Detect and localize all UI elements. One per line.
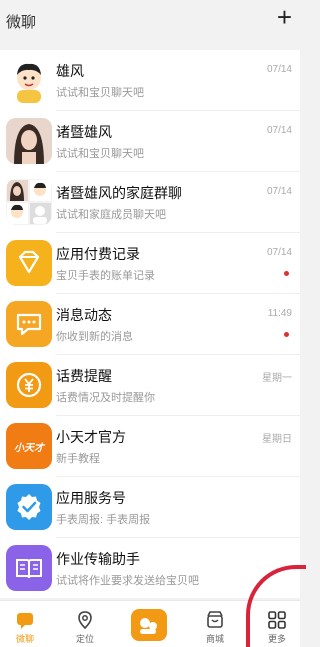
center-action-icon[interactable] xyxy=(131,609,167,641)
chat-preview: 试试将作业要求发送给宝贝吧 xyxy=(56,575,199,587)
group-avatar xyxy=(6,179,52,225)
check-badge-icon xyxy=(6,484,52,530)
message-icon xyxy=(6,301,52,347)
photo-avatar xyxy=(6,118,52,164)
chat-item-homework-assistant[interactable]: 作业传输助手 试试将作业要求发送给宝贝吧 xyxy=(0,538,300,598)
tab-chat[interactable]: 微聊 xyxy=(0,601,50,647)
chat-name: 应用服务号 xyxy=(56,490,126,506)
chat-item-family-group[interactable]: 诸暨雄风的家庭群聊 试试和家庭成员聊天吧 07/14 xyxy=(0,172,300,233)
chat-preview: 试试和家庭成员聊天吧 xyxy=(56,209,166,221)
chat-item-xiongfeng[interactable]: 雄风 试试和宝贝聊天吧 07/14 xyxy=(0,50,300,111)
chat-list: 雄风 试试和宝贝聊天吧 07/14 诸暨雄风 试试和宝贝聊天吧 07/14 诸暨… xyxy=(0,50,300,598)
location-pin-icon xyxy=(78,611,92,630)
chat-preview: 新手教程 xyxy=(56,453,100,465)
unread-dot xyxy=(284,332,289,337)
chat-preview: 话费情况及时提醒你 xyxy=(56,392,155,404)
chat-preview: 手表周报: 手表周报 xyxy=(56,514,151,526)
plus-icon[interactable]: + xyxy=(277,4,292,30)
chat-item-payment-records[interactable]: 应用付费记录 宝贝手表的账单记录 07/14 xyxy=(0,233,300,294)
chat-preview: 试试和宝贝聊天吧 xyxy=(56,148,144,160)
chat-item-message-updates[interactable]: 消息动态 你收到新的消息 11:49 xyxy=(0,294,300,355)
tab-location[interactable]: 定位 xyxy=(60,601,110,647)
tab-label: 定位 xyxy=(75,634,94,644)
chat-name: 话费提醒 xyxy=(56,368,112,384)
yuan-coin-icon xyxy=(6,362,52,408)
grid-icon xyxy=(268,611,286,629)
unread-dot xyxy=(284,271,289,276)
chat-time: 07/14 xyxy=(266,247,292,258)
header: 微聊 + xyxy=(0,0,300,46)
chat-name: 雄风 xyxy=(56,63,84,79)
chat-name: 作业传输助手 xyxy=(56,551,140,567)
store-icon xyxy=(207,611,223,628)
chat-time: 07/14 xyxy=(266,186,292,197)
brand-logo-text: 小天才 xyxy=(14,442,44,454)
tab-store[interactable]: 商城 xyxy=(190,601,240,647)
chat-time: 星期日 xyxy=(262,434,292,445)
chat-name: 应用付费记录 xyxy=(56,246,140,262)
chat-preview: 宝贝手表的账单记录 xyxy=(56,270,155,282)
chat-time: 11:49 xyxy=(267,308,292,319)
chat-time: 07/14 xyxy=(266,64,292,75)
tab-label: 更多 xyxy=(267,634,286,644)
chat-icon xyxy=(17,613,33,629)
chat-name: 小天才官方 xyxy=(56,429,126,445)
chat-name: 消息动态 xyxy=(56,307,112,323)
chat-name: 诸暨雄风的家庭群聊 xyxy=(56,185,182,201)
book-icon xyxy=(6,545,52,591)
chat-item-service-account[interactable]: 应用服务号 手表周报: 手表周报 xyxy=(0,477,300,538)
tab-label: 微聊 xyxy=(15,634,34,644)
chat-item-phone-bill[interactable]: 话费提醒 话费情况及时提醒你 星期一 xyxy=(0,355,300,416)
chat-name: 诸暨雄风 xyxy=(56,124,112,140)
bottom-tab-bar: 微聊 定位 商城 更多 xyxy=(0,600,300,647)
chat-time: 星期一 xyxy=(262,373,292,384)
tab-label: 商城 xyxy=(205,634,224,644)
boy-cartoon-avatar xyxy=(6,57,52,103)
tab-more[interactable]: 更多 xyxy=(252,601,302,647)
chat-time: 07/14 xyxy=(266,125,292,136)
page-title: 微聊 xyxy=(6,14,37,31)
brand-logo-icon: 小天才 xyxy=(6,423,52,469)
chat-preview: 试试和宝贝聊天吧 xyxy=(56,87,144,99)
chat-item-official[interactable]: 小天才 小天才官方 新手教程 星期日 xyxy=(0,416,300,477)
chat-item-zhuji-xiongfeng[interactable]: 诸暨雄风 试试和宝贝聊天吧 07/14 xyxy=(0,111,300,172)
chat-preview: 你收到新的消息 xyxy=(56,331,133,343)
diamond-icon xyxy=(6,240,52,286)
